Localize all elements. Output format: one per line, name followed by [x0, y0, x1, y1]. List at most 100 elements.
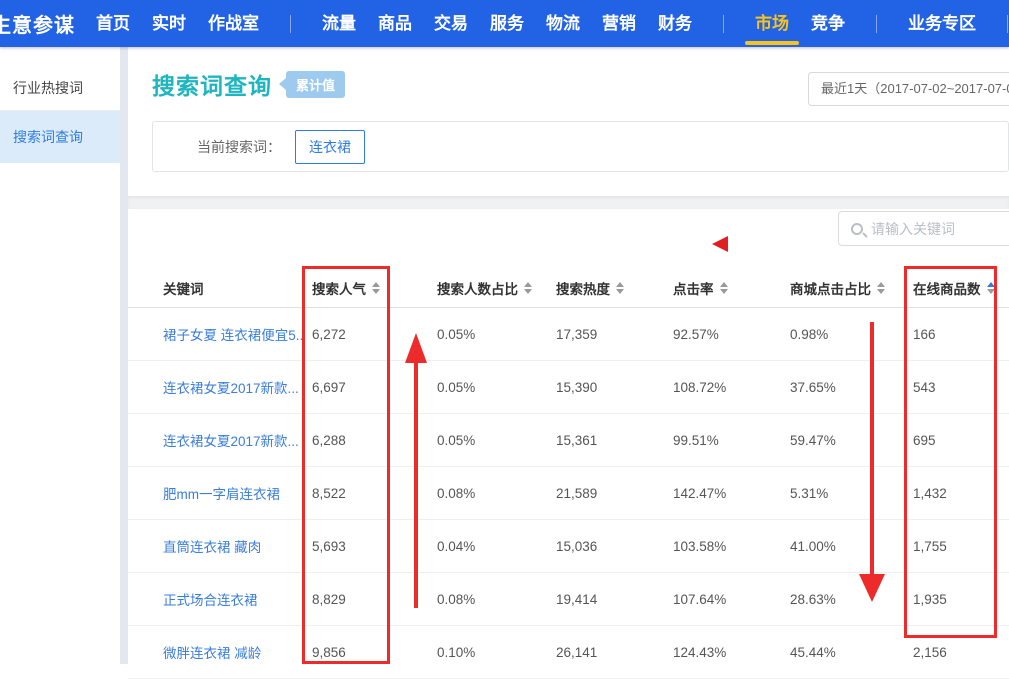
nav-item[interactable]: 市场: [744, 0, 800, 47]
column-header[interactable]: 商城点击占比: [790, 278, 913, 298]
table-cell: 41.00%: [790, 539, 913, 554]
nav-item[interactable]: 营销: [591, 0, 647, 47]
table-row: 正式场合连衣裙8,8290.08%19,414107.64%28.63%1,93…: [128, 573, 1009, 626]
keyword-link[interactable]: 连衣裙女夏2017新款...: [163, 430, 312, 450]
column-header[interactable]: 在线商品数: [913, 278, 1009, 298]
nav-item[interactable]: 首页: [85, 0, 141, 47]
table-cell: 142.47%: [673, 486, 790, 501]
sidebar: 行业热搜词搜索词查询: [0, 47, 120, 664]
table-cell: 8,829: [312, 592, 437, 607]
table-cell: 1,755: [913, 539, 1009, 554]
table-cell: 0.08%: [437, 486, 556, 501]
table-cell: 99.51%: [673, 433, 790, 448]
table-cell: 103.58%: [673, 539, 790, 554]
top-nav: 生意参谋 首页实时作战室流量商品交易服务物流营销财务市场竞争业务专区取数: [0, 0, 1009, 47]
nav-item[interactable]: 服务: [479, 0, 535, 47]
keyword-link[interactable]: 微胖连衣裙 减龄: [163, 642, 312, 662]
main-content: 搜索词查询 累计值 最近1天（2017-07-02~2017-07-02 当前搜…: [128, 47, 1009, 664]
table-cell: 59.47%: [790, 433, 913, 448]
column-header-label: 搜索热度: [556, 278, 610, 298]
sidebar-divider: [120, 47, 128, 664]
column-header-label: 搜索人气: [312, 278, 366, 298]
keyword-link[interactable]: 正式场合连衣裙: [163, 589, 312, 609]
column-header-label: 搜索人数占比: [437, 278, 518, 298]
table-cell: 26,141: [556, 645, 673, 660]
nav-divider: [723, 15, 724, 33]
column-header[interactable]: 搜索热度: [556, 278, 673, 298]
nav-item[interactable]: 实时: [141, 0, 197, 47]
nav-item[interactable]: 竞争: [800, 0, 856, 47]
sort-icon[interactable]: [720, 282, 728, 294]
column-header[interactable]: 点击率: [673, 278, 790, 298]
table-cell: 543: [913, 380, 1009, 395]
column-header: 关键词: [163, 278, 312, 298]
keyword-link[interactable]: 肥mm一字肩连衣裙: [163, 483, 312, 503]
table-cell: 9,856: [312, 645, 437, 660]
keyword-link[interactable]: 裙子女夏 连衣裙便宜5..: [163, 324, 312, 344]
sort-icon[interactable]: [616, 282, 624, 294]
table-cell: 166: [913, 327, 1009, 342]
column-header-label: 关键词: [163, 278, 204, 298]
table-cell: 8,522: [312, 486, 437, 501]
keyword-link[interactable]: 连衣裙女夏2017新款...: [163, 377, 312, 397]
current-keyword-tag[interactable]: 连衣裙: [295, 130, 365, 164]
table-cell: 1,432: [913, 486, 1009, 501]
badge-pointer-icon: [279, 78, 286, 90]
table-cell: 15,361: [556, 433, 673, 448]
table-cell: 124.43%: [673, 645, 790, 660]
sidebar-item[interactable]: 行业热搜词: [0, 65, 120, 111]
column-header-label: 商城点击占比: [790, 278, 871, 298]
table-cell: 2,156: [913, 645, 1009, 660]
keyword-search-input[interactable]: [871, 221, 1009, 237]
table-cell: 5.31%: [790, 486, 913, 501]
table-cell: 6,697: [312, 380, 437, 395]
nav-item[interactable]: 财务: [647, 0, 703, 47]
date-range-picker[interactable]: 最近1天（2017-07-02~2017-07-02: [808, 72, 1009, 106]
keyword-link[interactable]: 直筒连衣裙 藏肉: [163, 536, 312, 556]
sort-icon[interactable]: [877, 282, 885, 294]
nav-item[interactable]: 商品: [367, 0, 423, 47]
section-separator: [128, 196, 1009, 209]
table-cell: 92.57%: [673, 327, 790, 342]
nav-divider: [290, 15, 291, 33]
column-header[interactable]: 搜索人数占比: [437, 278, 556, 298]
column-header-label: 在线商品数: [913, 278, 981, 298]
table-cell: 0.05%: [437, 380, 556, 395]
sort-icon[interactable]: [524, 282, 532, 294]
table-cell: 0.08%: [437, 592, 556, 607]
table-row: 肥mm一字肩连衣裙8,5220.08%21,589142.47%5.31%1,4…: [128, 467, 1009, 520]
table-cell: 0.05%: [437, 327, 556, 342]
nav-items: 首页实时作战室流量商品交易服务物流营销财务市场竞争业务专区取数: [85, 0, 1009, 47]
table-header-row: 关键词 搜索人气 搜索人数占比 搜索热度 点击率 商城点击占比 在线商品数: [128, 268, 1009, 308]
sort-icon[interactable]: [987, 282, 995, 294]
table-cell: 45.44%: [790, 645, 913, 660]
table-body: 裙子女夏 连衣裙便宜5..6,2720.05%17,35992.57%0.98%…: [128, 308, 1009, 679]
date-range-label: 最近1天（2017-07-02~2017-07-02: [821, 81, 1009, 96]
table-cell: 28.63%: [790, 592, 913, 607]
nav-active-underline: [745, 41, 799, 45]
nav-item[interactable]: 业务专区: [897, 0, 987, 47]
page-title: 搜索词查询: [152, 67, 272, 101]
nav-divider: [876, 15, 877, 33]
sort-icon[interactable]: [372, 282, 380, 294]
table-cell: 19,414: [556, 592, 673, 607]
table-cell: 0.04%: [437, 539, 556, 554]
table-row: 连衣裙女夏2017新款...6,6970.05%15,390108.72%37.…: [128, 361, 1009, 414]
keyword-search-box[interactable]: [838, 211, 1009, 246]
nav-item[interactable]: 流量: [311, 0, 367, 47]
current-keyword-panel: 当前搜索词： 连衣裙: [152, 121, 1009, 172]
table-cell: 17,359: [556, 327, 673, 342]
table-cell: 695: [913, 433, 1009, 448]
nav-item[interactable]: 物流: [535, 0, 591, 47]
column-header-label: 点击率: [673, 278, 714, 298]
sidebar-item[interactable]: 搜索词查询: [0, 111, 120, 163]
table-row: 裙子女夏 连衣裙便宜5..6,2720.05%17,35992.57%0.98%…: [128, 308, 1009, 361]
nav-item[interactable]: 作战室: [197, 0, 270, 47]
table-row: 直筒连衣裙 藏肉5,6930.04%15,036103.58%41.00%1,7…: [128, 520, 1009, 573]
table-row: 连衣裙女夏2017新款...6,2880.05%15,36199.51%59.4…: [128, 414, 1009, 467]
table-cell: 0.05%: [437, 433, 556, 448]
table-cell: 37.65%: [790, 380, 913, 395]
column-header[interactable]: 搜索人气: [312, 278, 437, 298]
nav-item[interactable]: 交易: [423, 0, 479, 47]
badge-label: 累计值: [296, 78, 335, 93]
